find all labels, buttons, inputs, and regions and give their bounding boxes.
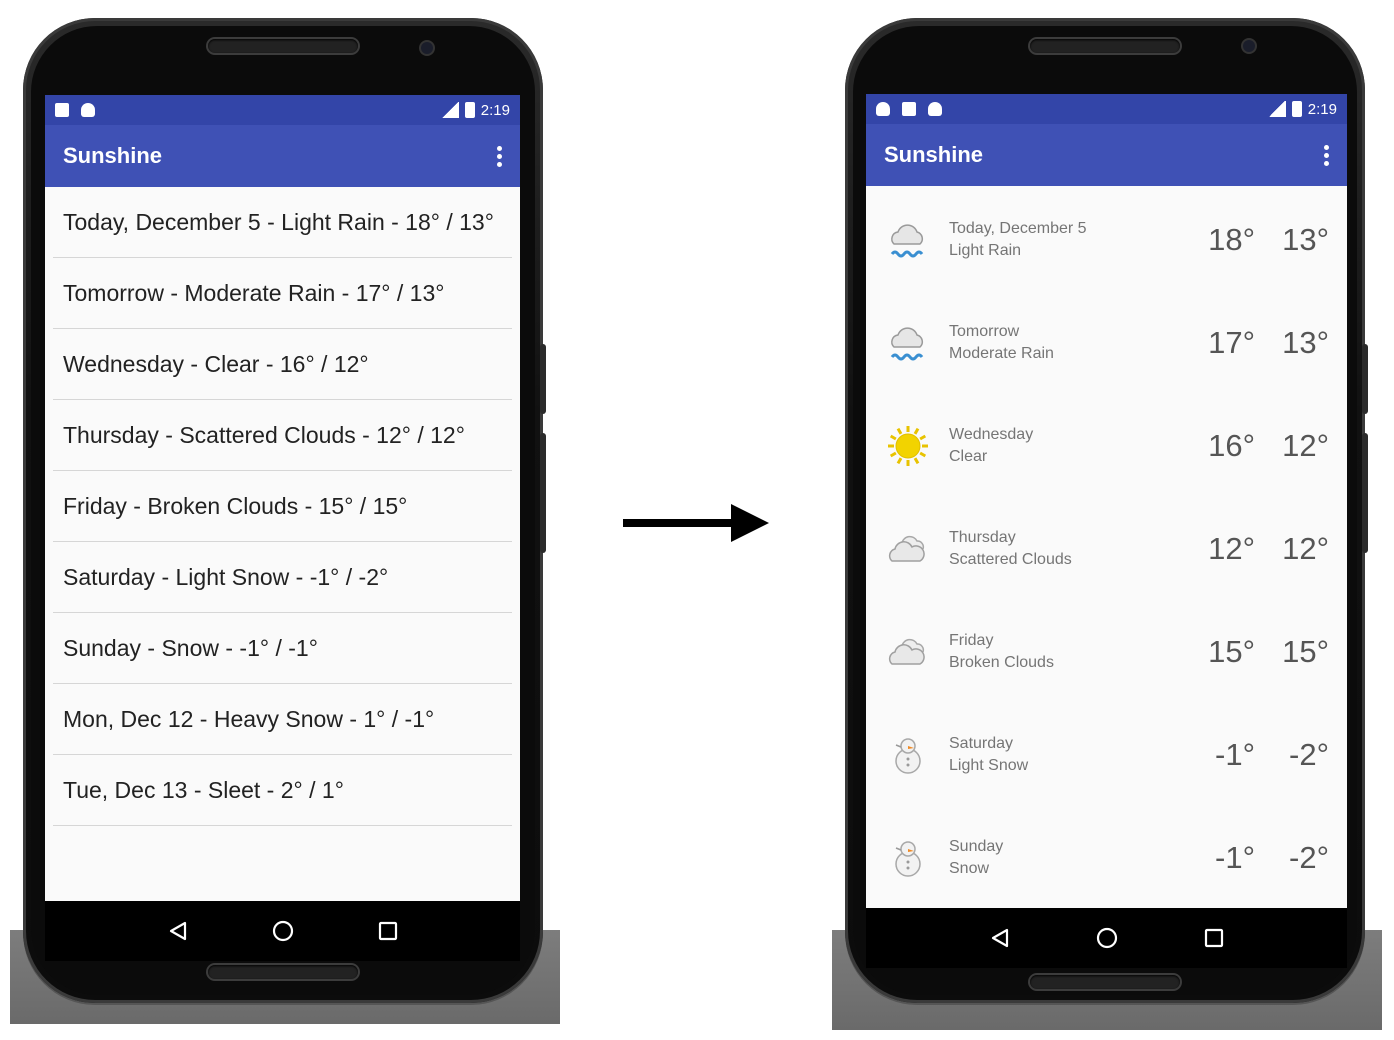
snow-icon: [886, 733, 930, 777]
nav-bar: [45, 901, 520, 961]
list-item[interactable]: Today, December 5 - Light Rain - 18° / 1…: [53, 187, 512, 258]
status-bar: 2:19: [45, 95, 520, 125]
back-icon[interactable]: [985, 923, 1015, 953]
list-item[interactable]: Friday Broken Clouds 15° 15°: [866, 600, 1347, 703]
overflow-menu-icon[interactable]: [497, 145, 502, 167]
day-label: Sunday: [949, 837, 1004, 855]
weather-description: Moderate Rain: [949, 344, 1054, 362]
rain-icon: [886, 218, 930, 262]
left-phone: 2:19 Sunshine Today, December 5 - Light …: [23, 18, 546, 1003]
list-item[interactable]: Tue, Dec 13 - Sleet - 2° / 1°: [53, 755, 512, 826]
back-icon[interactable]: [163, 916, 193, 946]
right-phone: 2:19 Sunshine Today, December 5 Light Ra…: [845, 18, 1368, 1003]
list-item[interactable]: Tomorrow - Moderate Rain - 17° / 13°: [53, 258, 512, 329]
lte-signal-icon: [440, 102, 459, 118]
weather-description: Snow: [949, 859, 990, 877]
android-icon: [928, 102, 942, 116]
rain-icon: [886, 321, 930, 365]
weather-description: Broken Clouds: [949, 653, 1054, 671]
status-bar: 2:19: [866, 94, 1347, 124]
app-bar: Sunshine: [866, 124, 1347, 186]
list-item[interactable]: Today, December 5 Light Rain 18° 13°: [866, 188, 1347, 291]
snow-icon: [886, 836, 930, 880]
sun-icon: [886, 424, 930, 468]
android-icon: [81, 103, 95, 117]
list-item[interactable]: Saturday - Light Snow - -1° / -2°: [53, 542, 512, 613]
home-icon[interactable]: [268, 916, 298, 946]
low-temp: 13°: [1282, 221, 1329, 257]
status-time: 2:19: [480, 101, 510, 119]
battery-icon: [464, 102, 475, 118]
home-icon[interactable]: [1092, 923, 1122, 953]
list-item[interactable]: Wednesday - Clear - 16° / 12°: [53, 329, 512, 400]
day-label: Friday: [949, 631, 994, 649]
high-temp: 15°: [1208, 633, 1255, 669]
weather-description: Scattered Clouds: [949, 550, 1072, 568]
low-temp: 15°: [1282, 633, 1329, 669]
high-temp: 17°: [1208, 324, 1255, 360]
low-temp: 13°: [1282, 324, 1329, 360]
weather-description: Clear: [949, 447, 988, 465]
left-screen: 2:19 Sunshine Today, December 5 - Light …: [45, 95, 520, 961]
list-item[interactable]: Saturday Light Snow -1° -2°: [866, 703, 1347, 806]
list-item[interactable]: Sunday Snow -1° -2°: [866, 806, 1347, 909]
day-label: Saturday: [949, 734, 1014, 752]
overflow-menu-icon[interactable]: [1324, 144, 1329, 166]
sd-card-icon: [902, 102, 916, 116]
battery-icon: [1291, 101, 1302, 117]
weather-description: Light Snow: [949, 756, 1029, 774]
status-time: 2:19: [1307, 100, 1337, 118]
low-temp: 12°: [1282, 427, 1329, 463]
day-label: Tomorrow: [949, 322, 1020, 340]
list-item[interactable]: Wednesday Clear 16° 12°: [866, 394, 1347, 497]
recents-icon[interactable]: [373, 916, 403, 946]
cloud-icon: [886, 630, 930, 674]
list-item[interactable]: Friday - Broken Clouds - 15° / 15°: [53, 471, 512, 542]
recents-icon[interactable]: [1199, 923, 1229, 953]
low-temp: -2°: [1289, 839, 1329, 875]
list-item[interactable]: Sunday - Snow - -1° / -1°: [53, 613, 512, 684]
forecast-list: Today, December 5 Light Rain 18° 13° Tom…: [866, 186, 1347, 909]
forecast-list: Today, December 5 - Light Rain - 18° / 1…: [45, 187, 520, 826]
transition-arrow: [623, 504, 769, 542]
day-label: Wednesday: [949, 425, 1034, 443]
high-temp: 12°: [1208, 530, 1255, 566]
high-temp: 18°: [1208, 221, 1255, 257]
right-screen: 2:19 Sunshine Today, December 5 Light Ra…: [866, 94, 1347, 968]
nav-bar: [866, 908, 1347, 968]
cloud-notification-icon: [876, 102, 890, 116]
list-item[interactable]: Thursday - Scattered Clouds - 12° / 12°: [53, 400, 512, 471]
weather-description: Light Rain: [949, 241, 1022, 259]
sd-card-icon: [55, 103, 69, 117]
lte-signal-icon: [1267, 101, 1286, 117]
app-title: Sunshine: [884, 142, 984, 167]
low-temp: -2°: [1289, 736, 1329, 772]
list-item[interactable]: Thursday Scattered Clouds 12° 12°: [866, 497, 1347, 600]
high-temp: -1°: [1215, 839, 1255, 875]
low-temp: 12°: [1282, 530, 1329, 566]
list-item[interactable]: Tomorrow Moderate Rain 17° 13°: [866, 291, 1347, 394]
day-label: Today, December 5: [949, 219, 1087, 237]
high-temp: -1°: [1215, 736, 1255, 772]
cloud-icon: [886, 527, 930, 571]
app-title: Sunshine: [63, 143, 163, 168]
app-bar: Sunshine: [45, 125, 520, 187]
list-item[interactable]: Mon, Dec 12 - Heavy Snow - 1° / -1°: [53, 684, 512, 755]
day-label: Thursday: [949, 528, 1016, 546]
high-temp: 16°: [1208, 427, 1255, 463]
